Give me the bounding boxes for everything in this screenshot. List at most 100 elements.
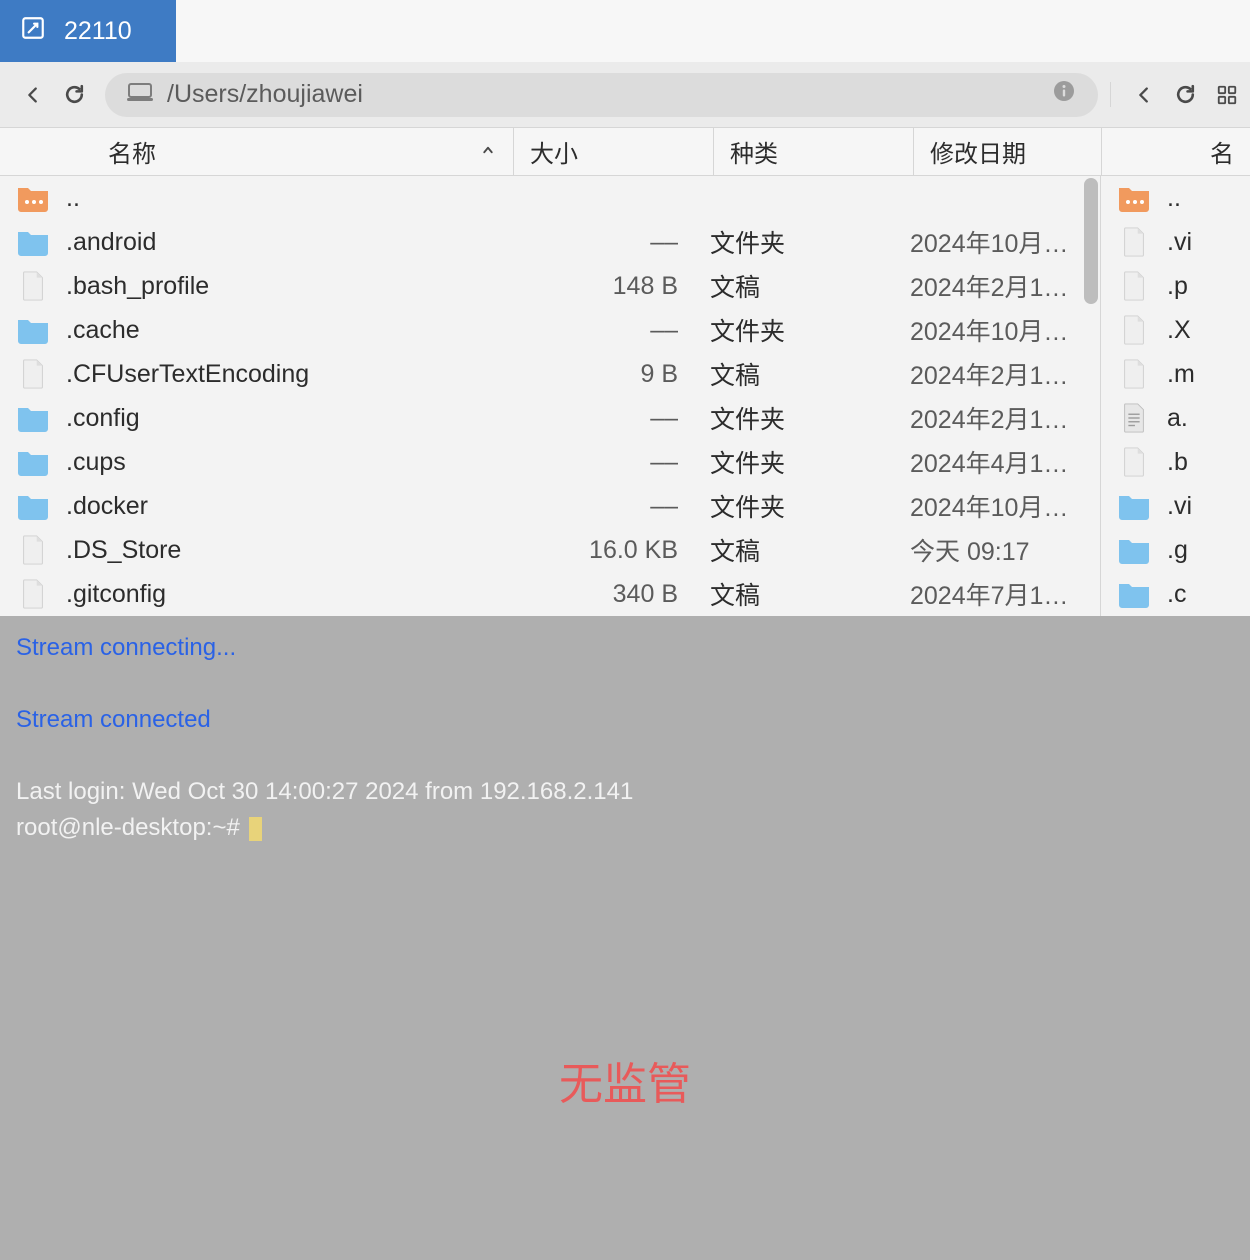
- file-date: 2024年2月1…: [894, 400, 1100, 436]
- file-row[interactable]: .bash_profile148 B文稿2024年2月1…: [0, 264, 1100, 308]
- back-button-right[interactable]: [1133, 84, 1155, 106]
- file-row[interactable]: .cache––文件夹2024年10月…: [0, 308, 1100, 352]
- file-size: ––: [514, 316, 694, 345]
- file-date: 2024年7月1…: [894, 576, 1100, 612]
- file-name: ..: [60, 184, 514, 213]
- file-name: .cache: [60, 316, 514, 345]
- tab-bar: 22110: [0, 0, 1250, 62]
- file-size: 340 B: [514, 580, 694, 609]
- folder-icon: [0, 227, 60, 257]
- file-icon: [0, 579, 60, 609]
- file-name: ..: [1161, 184, 1250, 213]
- file-row[interactable]: .b: [1101, 440, 1250, 484]
- column-header-name[interactable]: 名称: [0, 128, 514, 175]
- file-list-right[interactable]: ...vi.p.X.ma..b.vi.g.c: [1100, 176, 1250, 616]
- terminal[interactable]: Stream connecting... Stream connected La…: [0, 616, 1250, 1260]
- file-name: .p: [1161, 272, 1250, 301]
- tab-title: 22110: [64, 17, 132, 46]
- toolbar: /Users/zhoujiawei: [0, 62, 1250, 128]
- column-header-date[interactable]: 修改日期: [914, 128, 1101, 175]
- file-size: 16.0 KB: [514, 536, 694, 565]
- file-kind: 文稿: [694, 356, 894, 392]
- file-name: .cups: [60, 448, 514, 477]
- file-name: .config: [60, 404, 514, 433]
- file-name: a.: [1161, 404, 1250, 433]
- reload-button-right[interactable]: [1173, 82, 1198, 107]
- file-icon: [0, 271, 60, 301]
- file-row[interactable]: ..: [0, 176, 1100, 220]
- file-size: ––: [514, 448, 694, 477]
- file-row[interactable]: .config––文件夹2024年2月1…: [0, 396, 1100, 440]
- file-name: .b: [1161, 448, 1250, 477]
- file-size: 9 B: [514, 360, 694, 389]
- file-kind: 文件夹: [694, 312, 894, 348]
- sort-indicator-icon: [479, 138, 497, 166]
- file-name: .android: [60, 228, 514, 257]
- info-icon[interactable]: [1052, 79, 1076, 110]
- file-name: .vi: [1161, 228, 1250, 257]
- file-row[interactable]: .gitconfig340 B文稿2024年7月1…: [0, 572, 1100, 616]
- file-icon: [0, 535, 60, 565]
- folder-up-icon: [0, 183, 60, 213]
- file-date: 2024年10月…: [894, 224, 1100, 260]
- tab-active[interactable]: 22110: [0, 0, 176, 62]
- file-icon: [1101, 315, 1161, 345]
- folder-icon: [0, 315, 60, 345]
- path-input[interactable]: /Users/zhoujiawei: [105, 73, 1098, 117]
- file-date: 2024年2月1…: [894, 356, 1100, 392]
- file-size: ––: [514, 404, 694, 433]
- file-row[interactable]: .X: [1101, 308, 1250, 352]
- file-icon: [1101, 447, 1161, 477]
- folder-icon: [1101, 535, 1161, 565]
- terminal-line: Stream connected: [16, 702, 1234, 738]
- terminal-line: Stream connecting...: [16, 630, 1234, 666]
- file-name: .DS_Store: [60, 536, 514, 565]
- file-kind: 文件夹: [694, 444, 894, 480]
- file-date: 2024年10月…: [894, 312, 1100, 348]
- file-row[interactable]: a.: [1101, 396, 1250, 440]
- file-name: .bash_profile: [60, 272, 514, 301]
- file-icon: [1101, 359, 1161, 389]
- file-icon: [0, 359, 60, 389]
- file-panes: ...android––文件夹2024年10月….bash_profile148…: [0, 176, 1250, 616]
- folder-icon: [0, 403, 60, 433]
- file-row[interactable]: .CFUserTextEncoding9 B文稿2024年2月1…: [0, 352, 1100, 396]
- column-header-name-right[interactable]: 名: [1102, 128, 1250, 175]
- file-icon: [1101, 227, 1161, 257]
- file-name: .docker: [60, 492, 514, 521]
- grid-view-icon[interactable]: [1216, 84, 1238, 106]
- folder-up-icon: [1101, 183, 1161, 213]
- terminal-line: Last login: Wed Oct 30 14:00:27 2024 fro…: [16, 774, 1234, 810]
- terminal-prompt: root@nle-desktop:~#: [16, 810, 1234, 846]
- file-name: .CFUserTextEncoding: [60, 360, 514, 389]
- file-kind: 文稿: [694, 268, 894, 304]
- file-name: .X: [1161, 316, 1250, 345]
- file-row[interactable]: .c: [1101, 572, 1250, 616]
- file-date: 2024年4月1…: [894, 444, 1100, 480]
- file-icon: [1101, 271, 1161, 301]
- file-row[interactable]: .docker––文件夹2024年10月…: [0, 484, 1100, 528]
- path-text: /Users/zhoujiawei: [167, 80, 363, 109]
- folder-icon: [1101, 491, 1161, 521]
- file-kind: 文件夹: [694, 488, 894, 524]
- file-row[interactable]: .cups––文件夹2024年4月1…: [0, 440, 1100, 484]
- file-row[interactable]: ..: [1101, 176, 1250, 220]
- column-header-size[interactable]: 大小: [514, 128, 714, 175]
- textdoc-icon: [1101, 403, 1161, 433]
- scrollbar[interactable]: [1082, 176, 1100, 306]
- reload-button[interactable]: [62, 82, 87, 107]
- file-row[interactable]: .DS_Store16.0 KB文稿今天 09:17: [0, 528, 1100, 572]
- file-list-left[interactable]: ...android––文件夹2024年10月….bash_profile148…: [0, 176, 1100, 616]
- file-row[interactable]: .p: [1101, 264, 1250, 308]
- back-button[interactable]: [22, 84, 44, 106]
- folder-icon: [0, 491, 60, 521]
- file-row[interactable]: .android––文件夹2024年10月…: [0, 220, 1100, 264]
- file-row[interactable]: .vi: [1101, 484, 1250, 528]
- file-row[interactable]: .g: [1101, 528, 1250, 572]
- connection-icon: [20, 15, 46, 48]
- file-date: 2024年10月…: [894, 488, 1100, 524]
- column-header-kind[interactable]: 种类: [714, 128, 914, 175]
- file-row[interactable]: .m: [1101, 352, 1250, 396]
- file-date: 今天 09:17: [894, 532, 1100, 568]
- file-row[interactable]: .vi: [1101, 220, 1250, 264]
